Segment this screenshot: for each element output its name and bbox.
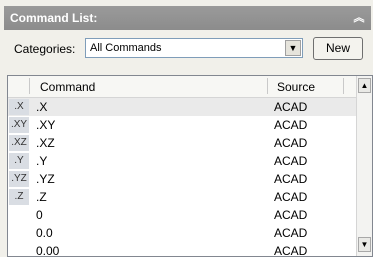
list-item[interactable]: 0.00 ACAD	[8, 242, 356, 257]
list-item[interactable]: .YZ .YZ ACAD	[8, 170, 356, 188]
command-list[interactable]: Command Source .X .X ACAD .XY .XY ACAD .XZ .XZ A…	[7, 75, 373, 257]
command-name: .XY	[36, 118, 56, 132]
command-name: .Y	[36, 154, 48, 168]
list-item[interactable]: 0.0 ACAD	[8, 224, 356, 242]
column-separator[interactable]	[29, 78, 30, 94]
column-separator[interactable]	[343, 78, 344, 94]
command-name: 0.0	[36, 226, 53, 240]
list-item[interactable]: .Y .Y ACAD	[8, 152, 356, 170]
command-source: ACAD	[274, 118, 308, 132]
command-icon: .Z	[9, 189, 29, 205]
list-item[interactable]: .XZ .XZ ACAD	[8, 134, 356, 152]
list-item[interactable]: 0 ACAD	[8, 206, 356, 224]
command-icon: .X	[9, 99, 29, 115]
command-icon: .YZ	[9, 171, 29, 187]
command-source: ACAD	[274, 154, 308, 168]
scroll-down-arrow-icon[interactable]: ▼	[358, 237, 371, 252]
double-chevron-up-icon[interactable]: ︽	[351, 6, 367, 30]
new-button[interactable]: New	[313, 37, 363, 60]
panel-title-bar: Command List: ︽	[4, 6, 371, 30]
list-header: Command Source	[8, 76, 356, 98]
categories-dropdown[interactable]: All Commands ▼	[85, 38, 303, 58]
command-source: ACAD	[274, 208, 308, 222]
categories-selected-value: All Commands	[90, 42, 162, 54]
chevron-down-icon[interactable]: ▼	[285, 40, 301, 56]
command-icon: .XY	[9, 117, 29, 133]
command-source: ACAD	[274, 244, 308, 257]
command-list-panel: Command List: ︽ Categories: All Commands…	[0, 0, 373, 257]
command-name: .YZ	[36, 172, 55, 186]
command-name: .Z	[36, 190, 47, 204]
column-header-source[interactable]: Source	[277, 80, 315, 94]
command-source: ACAD	[274, 226, 308, 240]
command-icon: .XZ	[9, 135, 29, 151]
scroll-up-arrow-icon[interactable]: ▲	[358, 78, 371, 93]
list-item[interactable]: .Z .Z ACAD	[8, 188, 356, 206]
command-name: 0	[36, 208, 43, 222]
categories-label: Categories:	[14, 42, 76, 56]
command-source: ACAD	[274, 136, 308, 150]
list-rows: .X .X ACAD .XY .XY ACAD .XZ .XZ ACAD .Y .Y ACAD .YZ.…	[8, 98, 356, 257]
list-item[interactable]: .X .X ACAD	[8, 98, 356, 116]
list-item[interactable]: .XY .XY ACAD	[8, 116, 356, 134]
command-name: 0.00	[36, 244, 60, 257]
vertical-scrollbar[interactable]: ▲ ▼	[356, 76, 372, 256]
command-icon: .Y	[9, 153, 29, 169]
command-name: .XZ	[36, 136, 55, 150]
command-source: ACAD	[274, 190, 308, 204]
column-header-command[interactable]: Command	[40, 80, 95, 94]
command-source: ACAD	[274, 172, 308, 186]
column-separator[interactable]	[267, 78, 268, 94]
command-name: .X	[36, 100, 48, 114]
panel-title: Command List:	[10, 11, 98, 25]
command-source: ACAD	[274, 100, 308, 114]
